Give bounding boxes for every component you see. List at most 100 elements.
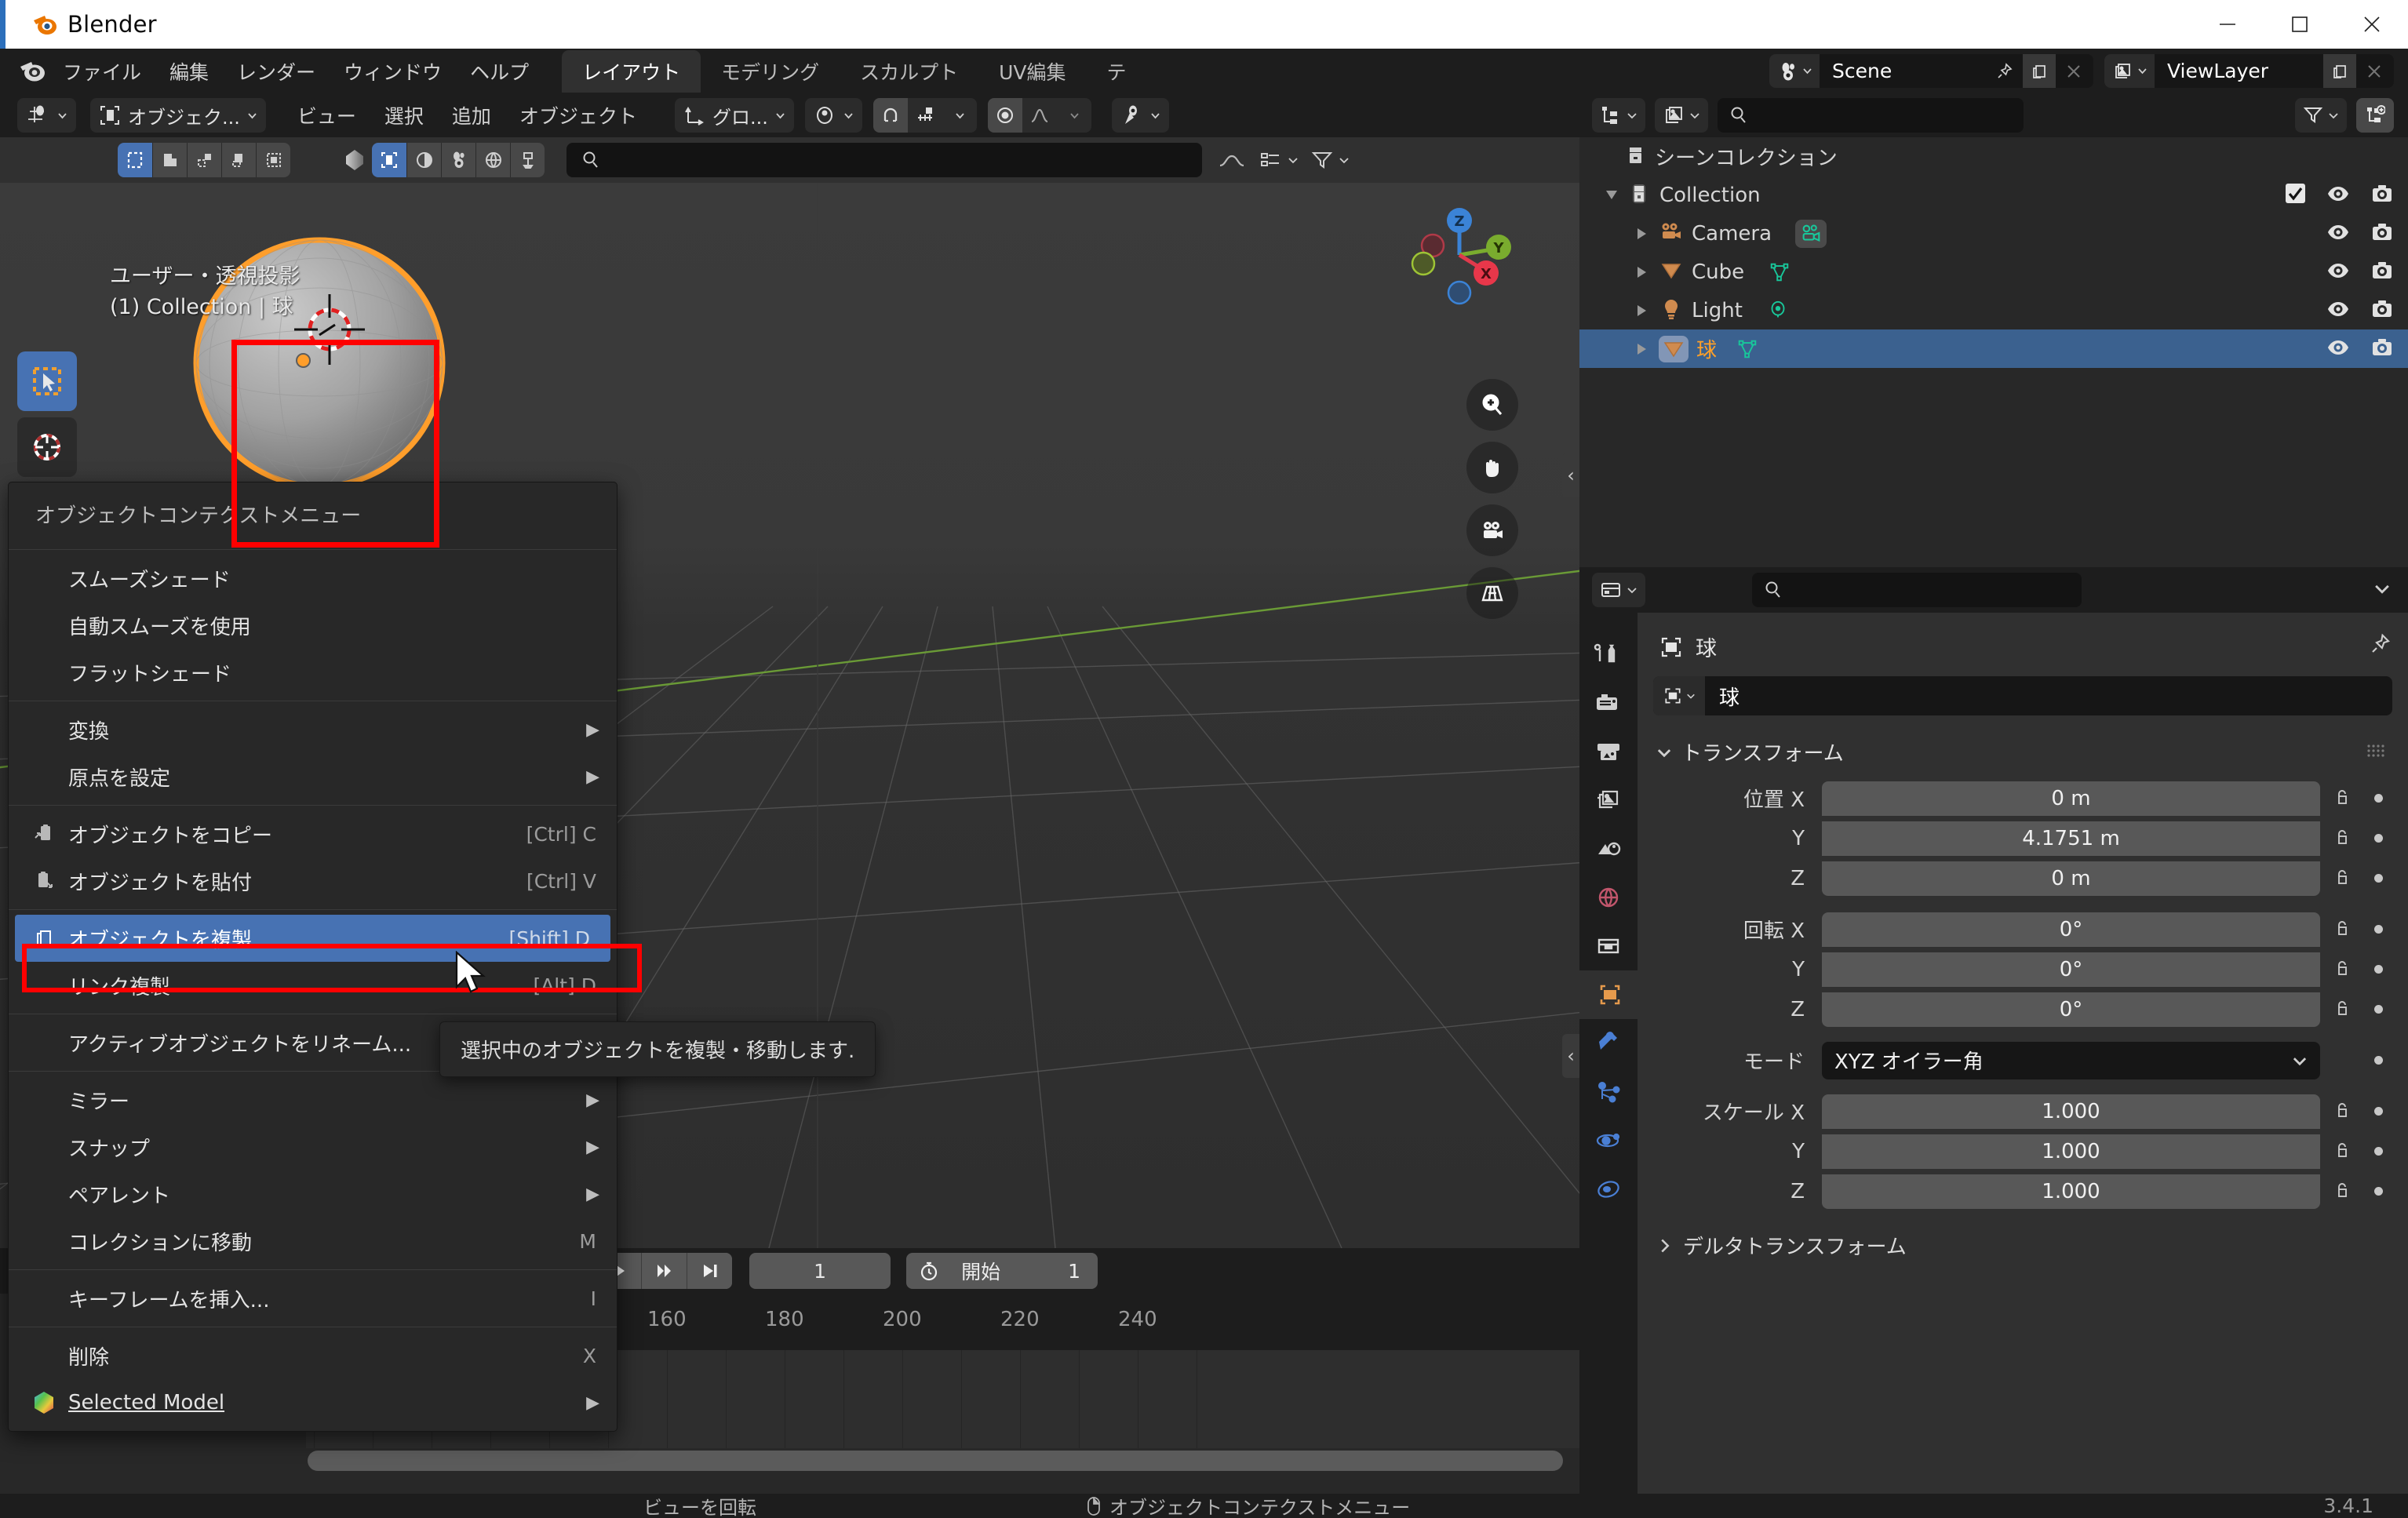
snap-target-icon[interactable] (907, 98, 942, 133)
menu-item-duplicate-linked[interactable]: リンク複製 [Alt] D (9, 962, 617, 1009)
new-viewlayer-icon[interactable] (2323, 54, 2356, 88)
camera-view-icon[interactable] (1466, 504, 1518, 556)
tool-icon[interactable] (1579, 630, 1638, 679)
viewport-menu-add[interactable]: 追加 (438, 96, 505, 134)
menu-item-parent[interactable]: ペアレント ▶ (9, 1170, 617, 1218)
animate-property-dot[interactable] (2374, 794, 2383, 803)
render-camera-icon[interactable] (2370, 259, 2394, 286)
mesh-data-icon[interactable] (1768, 260, 1791, 284)
tab-sculpt[interactable]: スカルプト (840, 50, 978, 93)
viewport-sidebar-toggle[interactable]: ‹ (1562, 453, 1579, 497)
mesh-data-icon[interactable] (1736, 337, 1759, 361)
menu-file[interactable]: ファイル (49, 53, 155, 90)
expand-triangle-icon[interactable] (1638, 228, 1646, 239)
scene-props-icon[interactable] (1579, 825, 1638, 873)
transform-orientation-selector[interactable]: グロ... (674, 98, 794, 133)
falloff-dropdown-icon[interactable] (1056, 98, 1091, 133)
outliner-search-input[interactable] (1718, 98, 2024, 133)
viewlayer-selector[interactable]: ViewLayer (2104, 54, 2394, 88)
menu-item-shade-flat[interactable]: フラットシェード (9, 649, 617, 696)
show-gizmo-button[interactable] (1111, 98, 1169, 133)
menu-item-set-origin[interactable]: 原点を設定 ▶ (9, 753, 617, 800)
pan-hand-icon[interactable] (1466, 442, 1518, 493)
menu-item-insert-keyframe[interactable]: キーフレームを挿入... I (9, 1275, 617, 1322)
tab-uv-editing[interactable]: UV編集 (978, 50, 1086, 93)
location-x-field[interactable]: 0 m (1822, 781, 2320, 816)
lock-icon[interactable] (2333, 1180, 2353, 1203)
menu-item-delete[interactable]: 削除 X (9, 1332, 617, 1379)
select-invert-icon[interactable] (221, 143, 256, 177)
viewport-filter-icon[interactable] (1311, 150, 1350, 170)
output-icon[interactable] (1579, 727, 1638, 776)
outliner-row-cube[interactable]: Cube (1579, 253, 2408, 291)
location-y-field[interactable]: 4.1751 m (1822, 821, 2320, 856)
snap-magnet-icon[interactable] (872, 98, 908, 133)
zoom-icon[interactable] (1466, 379, 1518, 431)
render-camera-icon[interactable] (2370, 297, 2394, 324)
expand-triangle-icon[interactable] (1638, 343, 1646, 355)
animate-property-dot[interactable] (2374, 965, 2383, 974)
physics-icon[interactable] (1579, 1116, 1638, 1165)
unlink-scene-icon[interactable] (2057, 54, 2090, 88)
viewport-menu-view[interactable]: ビュー (283, 96, 370, 134)
falloff-curve-icon[interactable] (1022, 98, 1057, 133)
visibility-eye-icon[interactable] (2326, 336, 2350, 362)
pin-icon[interactable] (2369, 632, 2392, 661)
viewport-search-input[interactable] (566, 143, 1202, 177)
outliner-display-mode-button[interactable] (1655, 98, 1708, 133)
modifier-icon[interactable] (1579, 1019, 1638, 1068)
menu-item-move-to-collection[interactable]: コレクションに移動 M (9, 1218, 617, 1265)
particles-icon[interactable] (1579, 1068, 1638, 1116)
use-preview-range-icon[interactable] (906, 1253, 952, 1289)
select-new-icon[interactable] (118, 143, 152, 177)
select-extend-icon[interactable] (152, 143, 187, 177)
timeline-horizontal-scrollbar[interactable] (308, 1451, 1563, 1471)
new-scene-icon[interactable] (2023, 54, 2056, 88)
outliner-filter-button[interactable] (2295, 98, 2347, 133)
tab-layout[interactable]: レイアウト (562, 49, 701, 93)
lock-icon[interactable] (2333, 1140, 2353, 1163)
visibility-eye-icon[interactable] (2326, 182, 2350, 209)
light-data-icon[interactable] (1766, 299, 1790, 322)
snap-dropdown-icon[interactable] (942, 98, 977, 133)
properties-search-input[interactable] (1752, 573, 2082, 607)
outliner-editor-type-button[interactable] (1592, 98, 1645, 133)
outliner-row-sphere[interactable]: 球 (1579, 329, 2408, 368)
overlay-curve-icon[interactable] (1218, 150, 1246, 170)
new-collection-icon[interactable] (2356, 98, 2394, 133)
current-frame-field[interactable]: 1 (749, 1253, 891, 1289)
world-props-icon[interactable] (1579, 873, 1638, 922)
render-camera-icon[interactable] (2370, 336, 2394, 362)
animate-property-dot[interactable] (2374, 925, 2383, 934)
object-props-icon[interactable] (1579, 970, 1638, 1019)
menu-item-duplicate-objects[interactable]: オブジェクトを複製 [Shift] D (15, 915, 610, 962)
menu-help[interactable]: ヘルプ (456, 53, 543, 90)
lock-icon[interactable] (2333, 998, 2353, 1021)
select-box-icon[interactable] (17, 351, 77, 411)
animate-property-dot[interactable] (2374, 874, 2383, 883)
animate-property-dot[interactable] (2374, 1147, 2383, 1156)
viewport-shading-options-icon[interactable] (510, 143, 545, 177)
menu-item-selected-model[interactable]: Selected Model ▶ (9, 1379, 617, 1426)
menu-item-convert[interactable]: 変換 ▶ (9, 706, 617, 753)
rotation-z-field[interactable]: 0° (1822, 992, 2320, 1027)
viewlayer-name[interactable]: ViewLayer (2155, 60, 2323, 82)
select-intersect-icon[interactable] (256, 143, 290, 177)
properties-editor-type-button[interactable] (1592, 573, 1645, 607)
remove-viewlayer-icon[interactable] (2358, 54, 2391, 88)
outliner-row-scene-collection[interactable]: シーンコレクション (1579, 137, 2408, 176)
lock-icon[interactable] (2333, 918, 2353, 941)
visibility-eye-icon[interactable] (2326, 220, 2350, 247)
jump-to-end-button[interactable] (687, 1253, 733, 1289)
constraints-icon[interactable] (1579, 1165, 1638, 1214)
animate-property-dot[interactable] (2374, 834, 2383, 843)
blender-menu-icon[interactable] (17, 57, 49, 86)
solid-shading-icon[interactable] (406, 143, 441, 177)
visibility-eye-icon[interactable] (2326, 259, 2350, 286)
rotation-y-field[interactable]: 0° (1822, 952, 2320, 987)
viewport-sidebar-toggle-lower[interactable]: ‹ (1562, 1034, 1579, 1078)
expand-triangle-icon[interactable] (1638, 266, 1646, 278)
rendered-shading-icon[interactable] (475, 143, 510, 177)
editor-type-button[interactable] (17, 98, 76, 133)
menu-window[interactable]: ウィンドウ (330, 53, 456, 90)
